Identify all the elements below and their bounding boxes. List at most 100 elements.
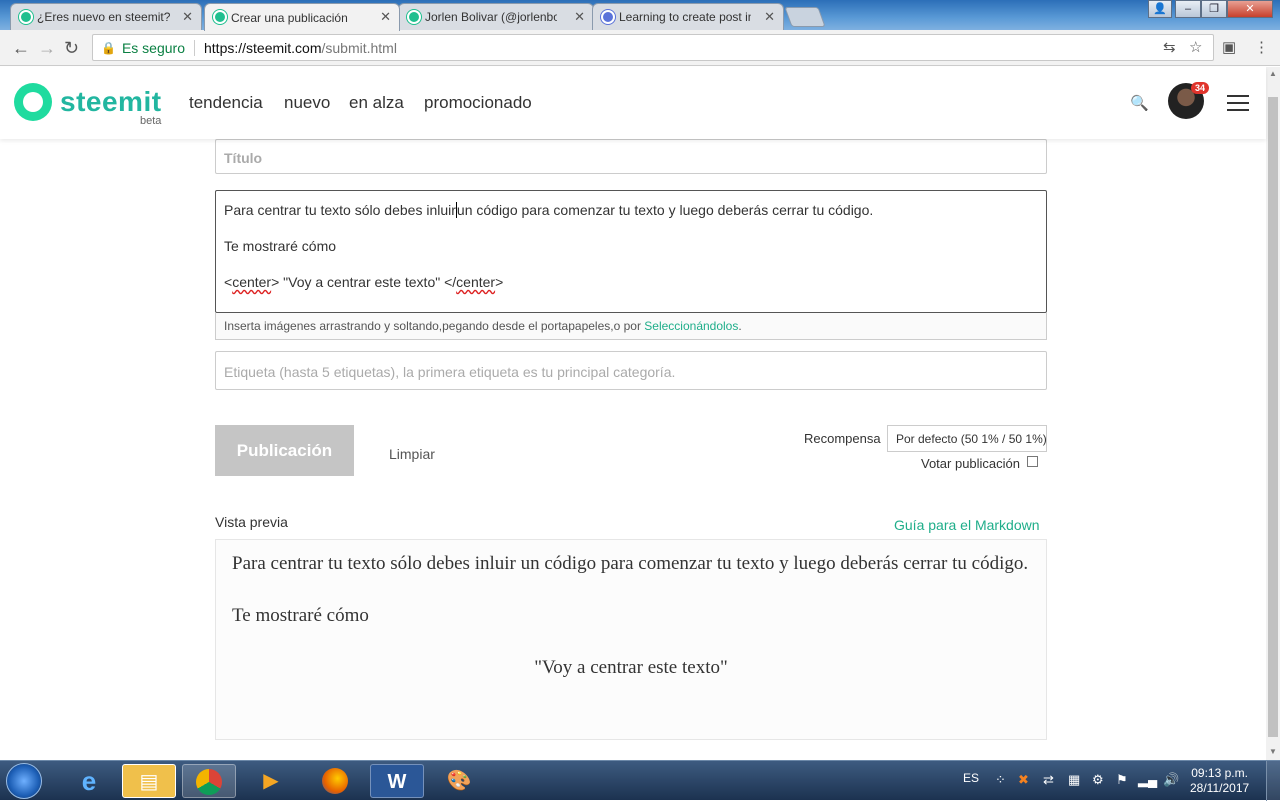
signal-tray-icon[interactable]: ▂▄: [1138, 772, 1157, 788]
nav-nuevo[interactable]: nuevo: [284, 93, 330, 113]
logo-beta: beta: [140, 115, 162, 127]
editor-text: Para centrar tu texto sólo debes inluir: [224, 202, 456, 218]
scroll-up-icon[interactable]: ▲: [1269, 69, 1277, 78]
lock-icon: 🔒: [101, 40, 116, 55]
flag-tray-icon[interactable]: ⚑: [1116, 772, 1128, 788]
restore-button[interactable]: ❐: [1201, 0, 1227, 18]
reload-icon[interactable]: ↻: [64, 38, 79, 59]
back-arrow-icon[interactable]: ←: [12, 38, 30, 59]
close-tab-icon[interactable]: ✕: [574, 9, 585, 25]
tags-input[interactable]: Etiqueta (hasta 5 etiquetas), la primera…: [215, 351, 1047, 390]
close-tab-icon[interactable]: ✕: [380, 9, 391, 25]
editor-text: un código para comenzar tu texto y luego…: [456, 202, 874, 218]
markdown-guide-link[interactable]: Guía para el Markdown: [894, 517, 1040, 533]
word-icon[interactable]: W: [370, 764, 424, 798]
tab-label: Crear una publicación — Steemit: [231, 10, 349, 25]
body-editor[interactable]: Para centrar tu texto sólo debes inluiru…: [215, 190, 1047, 313]
show-desktop-button[interactable]: [1266, 761, 1280, 801]
teamviewer-tray-icon[interactable]: ⇄: [1043, 772, 1054, 788]
upload-hint-text: Inserta imágenes arrastrando y soltando,…: [224, 319, 645, 333]
url-host: https://steemit.com: [204, 39, 322, 56]
minimize-button[interactable]: –: [1175, 0, 1201, 18]
chrome-icon[interactable]: [182, 764, 236, 798]
upload-hint: Inserta imágenes arrastrando y soltando,…: [215, 313, 1047, 340]
reward-label: Recompensa: [804, 431, 881, 446]
site-header: steemit beta tendencia nuevo en alza pro…: [0, 67, 1266, 139]
nav-tendencia[interactable]: tendencia: [189, 93, 263, 113]
firefox-icon[interactable]: [308, 764, 362, 798]
start-button[interactable]: [6, 763, 42, 799]
upload-hint-end: .: [738, 319, 742, 333]
clock-time: 09:13 p.m.: [1191, 766, 1248, 780]
clock-date: 28/11/2017: [1190, 781, 1250, 795]
antivirus-tray-icon[interactable]: ✖: [1018, 772, 1029, 788]
tab-label: Jorlen Bolivar (@jorlenbolivar): [425, 10, 557, 24]
media-player-icon[interactable]: ▶: [244, 764, 298, 798]
tab-crear-publicacion[interactable]: Crear una publicación — Steemit ✕: [204, 3, 400, 31]
tab-eres-nuevo[interactable]: ¿Eres nuevo en steemit? ✕: [10, 3, 202, 30]
misspelled-word: center: [232, 274, 272, 290]
url-path: /submit.html: [321, 39, 397, 56]
browser-tab-bar: ¿Eres nuevo en steemit? ✕ Crear una publ…: [0, 0, 1280, 31]
steemit-favicon-icon: [19, 10, 33, 24]
preview-pane: Para centrar tu texto sólo debes inluir …: [215, 539, 1047, 740]
title-input[interactable]: Título: [215, 139, 1047, 174]
scroll-down-icon[interactable]: ▼: [1269, 747, 1277, 756]
file-explorer-icon[interactable]: ▤: [122, 764, 176, 798]
separator: [194, 39, 195, 56]
close-tab-icon[interactable]: ✕: [764, 9, 775, 25]
new-tab-button[interactable]: [784, 7, 826, 27]
clear-button[interactable]: Limpiar: [389, 446, 435, 462]
preview-centered-text: "Voy a centrar este texto": [534, 657, 728, 678]
forward-arrow-icon[interactable]: →: [38, 38, 56, 59]
translate-icon[interactable]: ⇆: [1163, 38, 1176, 56]
tab-label: ¿Eres nuevo en steemit?: [37, 10, 171, 24]
steemit-logo[interactable]: steemit beta: [14, 83, 162, 127]
extension-icon[interactable]: ▣: [1222, 38, 1236, 56]
page-favicon-icon: [601, 10, 615, 24]
tab-learning-post[interactable]: Learning to create post in Steemit ✕: [592, 3, 784, 30]
logo-text: steemit: [60, 86, 162, 117]
account-button[interactable]: 👤: [1148, 0, 1172, 18]
editor-text: <: [224, 274, 233, 290]
page-scrollbar[interactable]: ▲ ▼: [1266, 67, 1280, 760]
network-tray-icon[interactable]: ⁘: [995, 772, 1006, 788]
preview-paragraph-1: Para centrar tu texto sólo debes inluir …: [232, 553, 1029, 574]
editor-line-2: Te mostraré cómo: [224, 238, 337, 254]
nav-promocionado[interactable]: promocionado: [424, 93, 532, 113]
select-files-link[interactable]: Seleccionándolos: [644, 319, 738, 333]
secure-label: Es seguro: [121, 39, 185, 56]
close-tab-icon[interactable]: ✕: [182, 9, 193, 25]
close-window-button[interactable]: ✕: [1227, 0, 1273, 18]
volume-tray-icon[interactable]: 🔊: [1163, 772, 1179, 788]
hamburger-menu-icon[interactable]: [1227, 95, 1249, 116]
steemit-logo-icon: [14, 83, 52, 121]
search-icon[interactable]: 🔍: [1130, 94, 1149, 112]
notification-badge: 34: [1191, 82, 1210, 94]
clock[interactable]: 09:13 p.m. 28/11/2017: [1190, 766, 1249, 796]
language-indicator[interactable]: ES: [963, 771, 979, 785]
nav-en-alza[interactable]: en alza: [349, 93, 404, 113]
bookmark-star-icon[interactable]: ☆: [1189, 38, 1202, 56]
address-bar-row: ← → ↻ 🔒 Es seguro https://steemit.com /s…: [0, 30, 1280, 66]
tab-jorlen-bolivar[interactable]: Jorlen Bolivar (@jorlenbolivar) ✕: [398, 3, 594, 30]
tab-label: Learning to create post in Steemit: [619, 10, 751, 24]
internet-explorer-icon[interactable]: e: [62, 764, 116, 798]
steemit-favicon-icon: [213, 10, 227, 24]
app-tray-icon[interactable]: ▦: [1068, 772, 1080, 788]
paint-icon[interactable]: 🎨: [432, 764, 486, 798]
preview-label: Vista previa: [215, 514, 288, 530]
editor-text: >: [495, 274, 504, 290]
vote-checkbox[interactable]: [1027, 456, 1038, 467]
chrome-menu-icon[interactable]: ⋮: [1254, 38, 1269, 56]
editor-line-1: Para centrar tu texto sólo debes inluiru…: [224, 201, 1038, 219]
publish-button[interactable]: Publicación: [215, 425, 354, 476]
editor-text: > "Voy a centrar este texto" </: [271, 274, 457, 290]
steemit-favicon-icon: [407, 10, 421, 24]
settings-tray-icon[interactable]: ⚙: [1092, 772, 1104, 788]
windows-taskbar: e ▤ ▶ W 🎨 ES ⁘ ✖ ⇄ ▦ ⚙ ⚑ ▂▄ 🔊 09:13 p.m.…: [0, 760, 1280, 801]
url-field[interactable]: 🔒 Es seguro https://steemit.com /submit.…: [92, 34, 1214, 61]
scrollbar-thumb[interactable]: [1268, 97, 1278, 737]
vote-label: Votar publicación: [921, 456, 1021, 471]
reward-select[interactable]: Por defecto (50 1% / 50 1%): [887, 425, 1047, 452]
